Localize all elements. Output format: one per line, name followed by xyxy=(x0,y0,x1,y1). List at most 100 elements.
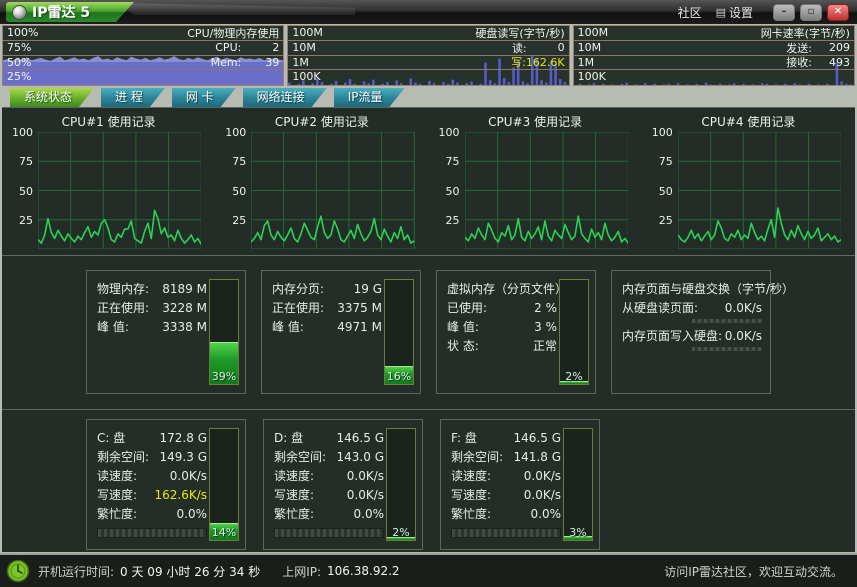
minigraph-title: CPU/物理内存使用 xyxy=(187,26,280,40)
disk-f-busy-bar xyxy=(451,528,561,538)
physical-memory-gauge: 39% xyxy=(209,279,239,385)
settings-link[interactable]: ▤ 设置 xyxy=(716,4,753,21)
virtual-memory-panel: 虚拟内存（分页文件） 已使用: 2 % 峰 值: 3 % 状 态: 正常 2% xyxy=(436,270,596,394)
settings-label: 设置 xyxy=(728,5,753,20)
cpu2-plot xyxy=(251,132,414,249)
title-bar: IP雷达 5 社区 ▤ 设置 – ▫ ✕ xyxy=(0,0,857,24)
ip-group: 上网IP: 106.38.92.2 xyxy=(282,563,399,580)
ytick: 100M xyxy=(292,26,323,39)
stat-value: 39 xyxy=(265,55,280,69)
cpu2-yaxis: 100 75 50 25 xyxy=(225,126,247,227)
cpu4-chart: CPU#4 使用记录 100 75 50 25 xyxy=(642,108,855,255)
stat-label: 接收: xyxy=(786,56,812,70)
disk-f-gauge: 3% xyxy=(563,428,593,541)
ytick: 50% xyxy=(7,55,32,69)
maximize-button[interactable]: ▫ xyxy=(800,3,822,21)
top-graphs-row: 100% CPU/物理内存使用 75% CPU: 2 50% Mem: 39 2… xyxy=(2,25,855,86)
stat-value: 0 xyxy=(557,41,565,55)
tab-network-card[interactable]: 网 卡 xyxy=(172,88,236,107)
cpu2-chart-title: CPU#2 使用记录 xyxy=(274,115,369,129)
disk-c-panel: C: 盘 172.8 G 剩余空间: 149.3 G 读速度: 0.0K/s 写速度:… xyxy=(86,419,246,550)
memory-paging-panel: 内存分页: 19 G 正在使用: 3375 M 峰 值: 4971 M 16% xyxy=(261,270,421,394)
uptime-group: 开机运行时间: 0 天 09 小时 26 分 34 秒 xyxy=(38,563,260,580)
minigraph-title: 网卡速率(字节/秒) xyxy=(760,26,850,40)
net-minigraph: 100M 网卡速率(字节/秒) 10M 发送: 209 1M 接收: 493 1… xyxy=(572,25,855,86)
community-message[interactable]: 访问IP雷达社区，欢迎互动交流。 xyxy=(664,563,843,580)
ytick: 1M xyxy=(577,55,595,69)
gauge-percent: 16% xyxy=(386,370,412,383)
memory-panels-row: 物理内存: 8189 M 正在使用: 3228 M 峰 值: 3338 M 39% 内… xyxy=(2,256,855,410)
ytick: 100% xyxy=(7,26,39,39)
cpu3-plot xyxy=(465,132,628,249)
minigraph-title: 硬盘读写(字节/秒) xyxy=(475,26,565,40)
gauge-percent: 14% xyxy=(211,526,237,539)
ytick: 75% xyxy=(7,40,32,54)
uptime-value: 0 天 09 小时 26 分 34 秒 xyxy=(120,564,261,579)
ytick: 25% xyxy=(7,70,32,84)
ip-label: 上网IP: xyxy=(282,564,322,579)
clock-icon xyxy=(6,559,30,583)
physical-memory-panel: 物理内存: 8189 M 正在使用: 3228 M 峰 值: 3338 M 39% xyxy=(86,270,246,394)
status-bar: 开机运行时间: 0 天 09 小时 26 分 34 秒 上网IP: 106.38… xyxy=(0,553,857,587)
memory-paging-gauge: 16% xyxy=(384,279,414,385)
disk-d-gauge: 2% xyxy=(386,428,416,541)
disk-d-panel: D: 盘 146.5 G 剩余空间: 143.0 G 读速度: 0.0K/s 写速度:… xyxy=(263,419,423,550)
ytick: 1M xyxy=(292,55,309,69)
main-content: CPU#1 使用记录 100 75 50 25 CPU#2 使用记录 100 7… xyxy=(2,107,855,552)
stat-value: 209 xyxy=(828,41,850,55)
page-read-bar xyxy=(692,319,762,323)
gauge-percent: 2% xyxy=(392,526,410,539)
gauge-percent: 39% xyxy=(211,370,237,383)
ytick: 100K xyxy=(577,70,606,84)
ytick: 10M xyxy=(577,40,602,54)
page-write-bar xyxy=(692,347,762,351)
ytick: 10M xyxy=(292,40,316,54)
minimize-button[interactable]: – xyxy=(773,3,795,21)
app-window: { "window": { "title": "IP雷达 5" }, "titl… xyxy=(0,0,857,587)
tab-ip-traffic[interactable]: IP流量 xyxy=(334,88,405,107)
app-title: IP雷达 5 xyxy=(32,5,91,21)
cpu1-yaxis: 100 75 50 25 xyxy=(12,126,33,227)
stat-value: 162.6K xyxy=(525,55,565,69)
ip-value: 106.38.92.2 xyxy=(327,564,400,578)
cpu-mem-minigraph: 100% CPU/物理内存使用 75% CPU: 2 50% Mem: 39 2… xyxy=(2,25,285,86)
cpu4-yaxis: 100 75 50 25 xyxy=(651,126,673,227)
ytick: 100M xyxy=(577,26,609,39)
tab-system-status[interactable]: 系统状态 xyxy=(10,88,94,107)
cpu3-yaxis: 100 75 50 25 xyxy=(438,126,460,227)
cpu1-chart-title: CPU#1 使用记录 xyxy=(61,115,156,129)
cpu1-plot xyxy=(38,132,201,249)
stat-value: 493 xyxy=(828,55,850,69)
page-swap-panel: 内存页面与硬盘交换（字节/秒） 从硬盘读页面: 0.0K/s 内存页面写入硬盘: 0… xyxy=(611,270,795,394)
disk-minigraph: 100M 硬盘读写(字节/秒) 10M 读: 0 1M 写: 162.6K 10… xyxy=(287,25,570,86)
disk-c-busy-bar xyxy=(97,528,207,538)
stat-value: 2 xyxy=(272,41,280,55)
settings-icon: ▤ xyxy=(715,5,726,19)
cpu-charts-row: CPU#1 使用记录 100 75 50 25 CPU#2 使用记录 100 7… xyxy=(2,108,855,256)
cpu2-chart: CPU#2 使用记录 100 75 50 25 xyxy=(215,108,428,255)
stat-label: 写: xyxy=(511,56,526,70)
tab-network-connections[interactable]: 网络连接 xyxy=(243,88,327,107)
uptime-label: 开机运行时间: xyxy=(38,564,115,579)
panel-title: 内存页面与硬盘交换（字节/秒） xyxy=(622,282,795,296)
app-logo-icon xyxy=(12,5,27,20)
virtual-memory-gauge: 2% xyxy=(559,279,589,385)
app-banner: IP雷达 5 xyxy=(6,2,134,22)
ytick: 100K xyxy=(292,70,321,84)
cpu3-chart-title: CPU#3 使用记录 xyxy=(488,115,583,129)
gauge-percent: 2% xyxy=(565,370,583,383)
cpu4-plot xyxy=(678,132,841,249)
disk-panels-row: C: 盘 172.8 G 剩余空间: 149.3 G 读速度: 0.0K/s 写速度:… xyxy=(2,410,855,550)
disk-f-panel: F: 盘 146.5 G 剩余空间: 141.8 G 读速度: 0.0K/s 写速度:… xyxy=(440,419,600,550)
community-link[interactable]: 社区 xyxy=(678,4,702,21)
panel-title: 虚拟内存（分页文件） xyxy=(447,282,568,296)
tab-bar: 系统状态 进 程 网 卡 网络连接 IP流量 xyxy=(2,88,855,107)
tab-processes[interactable]: 进 程 xyxy=(101,88,165,107)
close-button[interactable]: ✕ xyxy=(827,3,849,21)
disk-c-gauge: 14% xyxy=(209,428,239,541)
stat-label: Mem: xyxy=(210,55,242,69)
cpu1-chart: CPU#1 使用记录 100 75 50 25 xyxy=(2,108,215,255)
stat-label: CPU: xyxy=(215,41,242,55)
gauge-percent: 3% xyxy=(569,526,587,539)
cpu3-chart: CPU#3 使用记录 100 75 50 25 xyxy=(429,108,642,255)
